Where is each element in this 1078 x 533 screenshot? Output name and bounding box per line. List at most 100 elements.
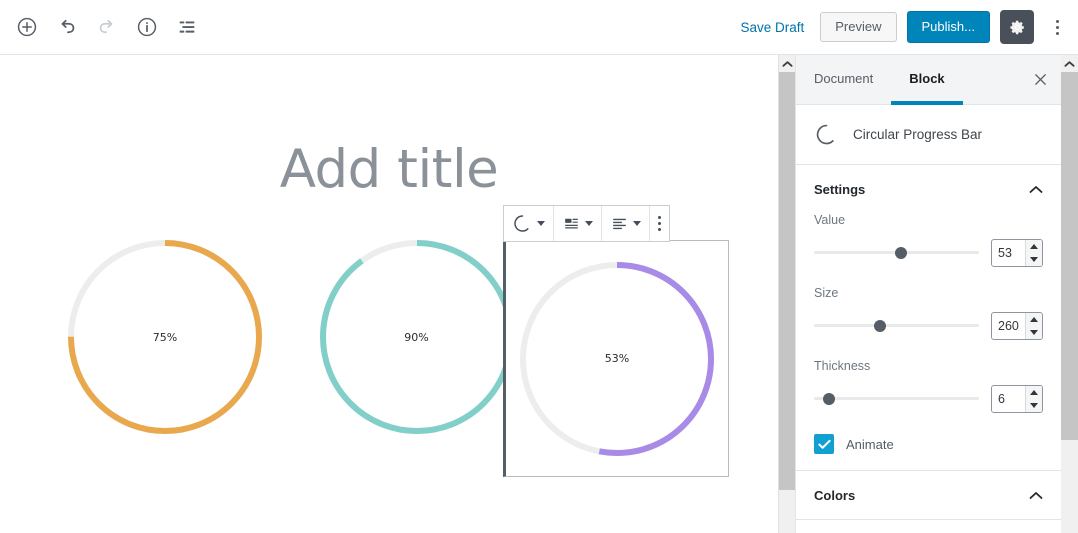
circular-progress-bar-2[interactable]: 90%: [319, 240, 514, 434]
thickness-slider[interactable]: [814, 391, 979, 407]
size-slider[interactable]: [814, 318, 979, 334]
progress-value-label-2: 90%: [404, 330, 429, 344]
editor-canvas[interactable]: Add title 75% 90% 53%: [0, 55, 778, 533]
circular-progress-bar-3[interactable]: 53%: [503, 240, 729, 477]
selected-block-card: Circular Progress Bar: [796, 105, 1061, 165]
redo-icon: [90, 10, 124, 44]
tab-block[interactable]: Block: [891, 55, 963, 105]
value-input-text[interactable]: [992, 240, 1025, 266]
animate-checkbox[interactable]: [814, 434, 834, 454]
value-stepper[interactable]: [1025, 240, 1042, 266]
block-navigation-icon[interactable]: [170, 10, 204, 44]
value-stepper-down[interactable]: [1026, 253, 1042, 266]
progress-value-label-3: 53%: [604, 352, 630, 365]
vertical-dots-icon: [658, 216, 661, 231]
value-stepper-up[interactable]: [1026, 240, 1042, 253]
publish-button[interactable]: Publish...: [906, 11, 990, 43]
block-wrap-3: 53%: [503, 240, 729, 477]
tab-document[interactable]: Document: [796, 55, 891, 105]
blocks-row: 75% 90% 53%: [0, 240, 778, 477]
chevron-down-icon: [585, 221, 593, 226]
circular-progress-bar-1[interactable]: 75%: [0, 240, 330, 434]
thickness-stepper[interactable]: [1025, 386, 1042, 412]
checkmark-icon: [817, 439, 831, 449]
vertical-dots-icon: [1055, 19, 1059, 35]
page-title[interactable]: Add title: [0, 143, 778, 196]
triangle-down-icon: [1030, 330, 1038, 335]
triangle-up-icon: [1030, 244, 1038, 249]
settings-sidebar: Document Block Circular Progress Bar Set…: [795, 55, 1061, 533]
sidebar-scrollbar[interactable]: [1061, 55, 1078, 533]
preview-button[interactable]: Preview: [820, 12, 897, 42]
animate-row: Animate: [814, 432, 1043, 454]
change-alignment-button[interactable]: [554, 206, 602, 241]
topbar-left-tools: [0, 10, 204, 44]
size-stepper-up[interactable]: [1026, 313, 1042, 326]
value-field: Value: [814, 213, 1043, 267]
value-slider-thumb[interactable]: [895, 247, 908, 259]
close-icon[interactable]: [1019, 55, 1061, 104]
block-wrap-2: 90%: [319, 240, 514, 434]
thickness-input-text[interactable]: [992, 386, 1025, 412]
value-field-label: Value: [814, 213, 846, 227]
progress-value-label-1: 75%: [152, 330, 178, 344]
editor-scrollbar-thumb[interactable]: [779, 72, 795, 490]
progress-ring-3: 53%: [520, 261, 714, 456]
thickness-stepper-down[interactable]: [1026, 399, 1042, 412]
block-type-switcher-button[interactable]: [504, 206, 554, 241]
progress-ring-1: 75%: [68, 240, 262, 434]
sidebar-scrollbar-thumb[interactable]: [1061, 72, 1078, 440]
panel-colors: Colors: [796, 471, 1061, 520]
size-slider-track: [814, 324, 979, 327]
panel-colors-header[interactable]: Colors: [796, 471, 1061, 519]
triangle-up-icon: [1030, 317, 1038, 322]
chevron-up-icon: [1029, 185, 1043, 194]
chevron-down-icon: [633, 221, 641, 226]
progress-ring-2: 90%: [319, 240, 514, 434]
block-more-options-button[interactable]: [650, 206, 669, 241]
size-field: Size: [814, 286, 1043, 340]
size-number-input[interactable]: [991, 312, 1043, 340]
animate-checkbox-label: Animate: [846, 436, 894, 452]
thickness-field: Thickness: [814, 359, 1043, 413]
size-field-label: Size: [814, 286, 839, 300]
add-block-icon[interactable]: [10, 10, 44, 44]
thickness-slider-thumb[interactable]: [822, 393, 835, 405]
size-stepper-down[interactable]: [1026, 326, 1042, 339]
thickness-stepper-up[interactable]: [1026, 386, 1042, 399]
block-toolbar: [503, 205, 670, 242]
editor-top-bar: Save Draft Preview Publish...: [0, 0, 1078, 55]
thickness-slider-track: [814, 397, 979, 400]
panel-settings-title: Settings: [814, 181, 866, 197]
size-stepper[interactable]: [1025, 313, 1042, 339]
size-input-text[interactable]: [992, 313, 1025, 339]
undo-icon[interactable]: [50, 10, 84, 44]
circular-progress-icon: [814, 122, 839, 147]
gear-icon[interactable]: [1000, 10, 1034, 44]
value-number-input[interactable]: [991, 239, 1043, 267]
thickness-field-label: Thickness: [814, 359, 871, 373]
thickness-number-input[interactable]: [991, 385, 1043, 413]
align-image-left-icon: [565, 218, 578, 229]
selected-block-name: Circular Progress Bar: [853, 127, 983, 142]
triangle-up-icon: [1030, 390, 1038, 395]
chevron-down-icon: [537, 221, 545, 226]
panel-settings: Settings Value 53 Size 260 Thickness 6 A…: [796, 165, 1061, 471]
block-wrap-1: 75%: [0, 240, 330, 434]
panel-settings-header[interactable]: Settings: [796, 165, 1061, 213]
topbar-right-actions: Save Draft Preview Publish...: [734, 10, 1078, 44]
chevron-up-icon: [1029, 491, 1043, 500]
scroll-up-arrow-icon[interactable]: [779, 55, 795, 72]
more-options-icon[interactable]: [1044, 10, 1070, 44]
editor-scrollbar[interactable]: [778, 55, 795, 533]
triangle-down-icon: [1030, 403, 1038, 408]
size-slider-thumb[interactable]: [874, 320, 886, 332]
scroll-up-arrow-icon[interactable]: [1061, 55, 1078, 72]
info-icon[interactable]: [130, 10, 164, 44]
sidebar-tabs: Document Block: [796, 55, 1061, 105]
save-draft-button[interactable]: Save Draft: [734, 16, 810, 39]
change-text-alignment-button[interactable]: [602, 206, 650, 241]
panel-colors-title: Colors: [814, 487, 856, 503]
value-slider[interactable]: [814, 245, 979, 261]
panel-settings-body: Value Size: [796, 213, 1061, 470]
